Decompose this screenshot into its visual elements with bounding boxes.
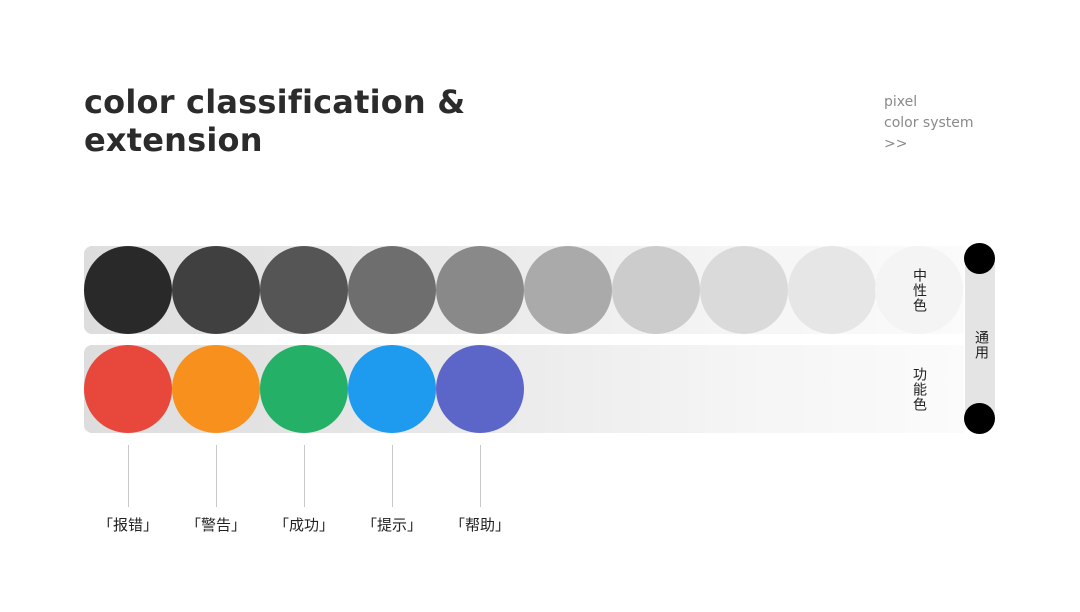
color-swatch-neutral-8[interactable] xyxy=(700,246,788,334)
color-swatch-info[interactable] xyxy=(348,345,436,433)
color-swatch-neutral-7[interactable] xyxy=(612,246,700,334)
title-line-1: color classification & xyxy=(84,83,466,121)
neutral-color-band: 中性色 xyxy=(84,246,964,334)
color-swatch-neutral-5[interactable] xyxy=(436,246,524,334)
color-swatch-neutral-3[interactable] xyxy=(260,246,348,334)
color-swatch-error[interactable] xyxy=(84,345,172,433)
functional-color-band: 功能色 xyxy=(84,345,964,433)
subtitle-line: color system xyxy=(884,115,974,131)
color-swatch-success[interactable] xyxy=(260,345,348,433)
page-title: color classification & extension xyxy=(84,83,465,159)
color-swatch-neutral-4[interactable] xyxy=(348,246,436,334)
connector-line xyxy=(216,445,217,507)
rail-top-dot xyxy=(964,243,995,274)
functional-label-success: 「成功」 xyxy=(273,516,334,534)
general-label: 通用 xyxy=(973,330,989,360)
functional-label-info: 「提示」 xyxy=(361,516,422,534)
subtitle: pixel color system >> xyxy=(884,92,974,155)
color-swatch-neutral-2[interactable] xyxy=(172,246,260,334)
functional-label-error: 「报错」 xyxy=(97,516,158,534)
subtitle-line: pixel xyxy=(884,94,918,110)
connector-line xyxy=(128,445,129,507)
functional-label-warning: 「警告」 xyxy=(185,516,246,534)
color-swatch-help[interactable] xyxy=(436,345,524,433)
subtitle-arrow-link[interactable]: >> xyxy=(884,134,974,155)
color-swatch-neutral-9[interactable] xyxy=(788,246,876,334)
color-swatch-neutral-1[interactable] xyxy=(84,246,172,334)
connector-line xyxy=(304,445,305,507)
functional-label-help: 「帮助」 xyxy=(449,516,510,534)
color-swatch-neutral-6[interactable] xyxy=(524,246,612,334)
functional-label: 功能色 xyxy=(911,367,927,412)
neutral-label: 中性色 xyxy=(911,268,927,313)
connector-line xyxy=(392,445,393,507)
connector-line xyxy=(480,445,481,507)
color-swatch-warning[interactable] xyxy=(172,345,260,433)
rail-bottom-dot xyxy=(964,403,995,434)
title-line-2: extension xyxy=(84,121,263,159)
